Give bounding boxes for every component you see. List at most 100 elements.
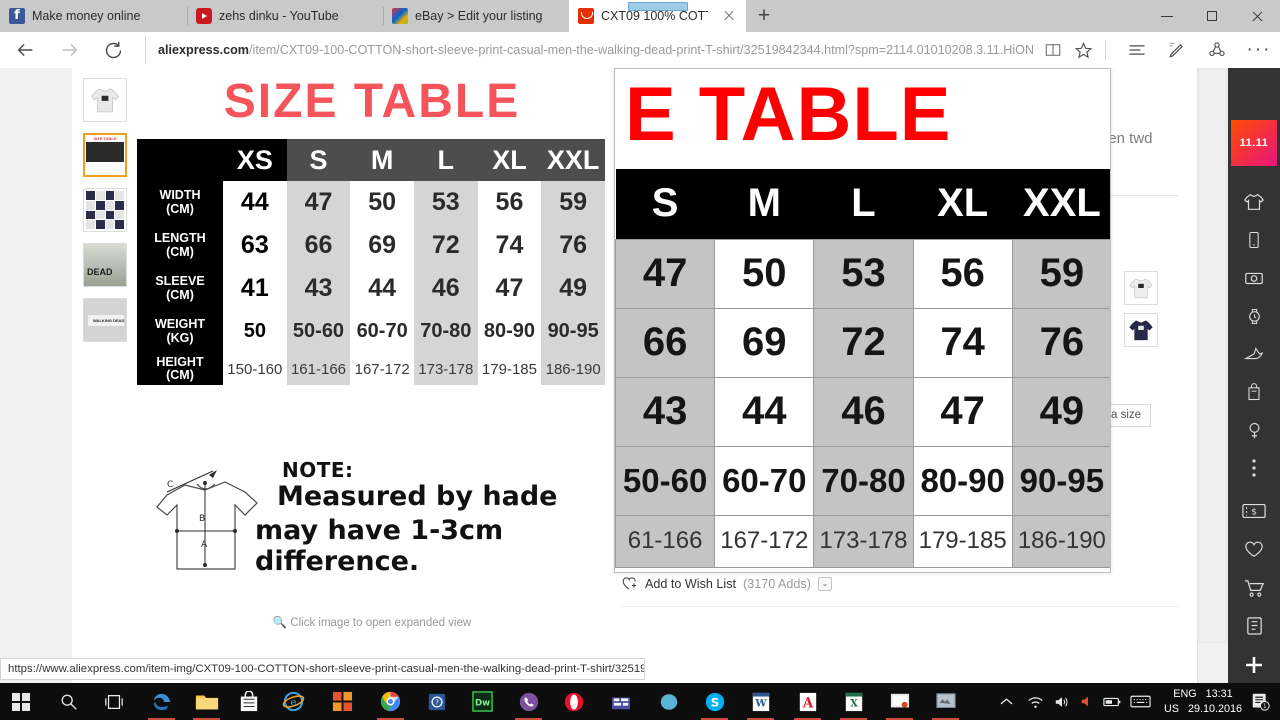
action-center-button[interactable]: 1 <box>1244 683 1276 720</box>
cell: 50-60 <box>615 445 716 516</box>
zoom-header-row: S M L XL XXL <box>615 169 1110 239</box>
word-icon[interactable]: W <box>740 683 781 720</box>
color-swatch-white[interactable] <box>1124 271 1158 305</box>
thumbnail-white-tshirt[interactable] <box>83 78 127 122</box>
cart-icon[interactable] <box>1228 568 1280 606</box>
internet-explorer-icon[interactable]: e <box>273 683 314 720</box>
more-icon[interactable]: ··· <box>1242 34 1276 66</box>
expand-view-hint[interactable]: 🔍 Click image to open expanded view <box>137 615 607 629</box>
camera-icon[interactable] <box>1228 259 1280 297</box>
shoe-icon[interactable] <box>1228 335 1280 373</box>
tab-ebay[interactable]: eBay > Edit your listing <box>383 0 569 32</box>
color-swatch-navy[interactable] <box>1124 313 1158 347</box>
sound-icon[interactable] <box>1075 683 1099 720</box>
product-main-image[interactable]: SIZE TABLE XS S M L XL XXL WIDTH(CM) 44 <box>137 68 607 623</box>
battery-icon[interactable] <box>1099 683 1125 720</box>
thumbnail-folded-shirt[interactable]: WALKING DEAD <box>83 298 127 342</box>
thumbnail-dead-banner[interactable]: DEAD <box>83 243 127 287</box>
chevron-down-icon[interactable]: ⌄ <box>817 576 832 591</box>
new-tab-button[interactable]: + <box>746 0 782 32</box>
minimize-button[interactable] <box>1145 0 1190 32</box>
table-row: WEIGHT (KG) 50 50-60 60-70 70-80 80-90 90… <box>137 310 605 353</box>
acrobat-icon[interactable]: A <box>787 683 828 720</box>
winrar-icon[interactable] <box>600 683 641 720</box>
start-button[interactable] <box>0 683 41 720</box>
chrome-icon[interactable] <box>370 683 411 720</box>
word-viewer-icon[interactable]: ? <box>416 683 457 720</box>
browser-window: f Make money online zehs dinku - YouTube… <box>0 0 1280 683</box>
add-icon[interactable] <box>1228 646 1280 683</box>
photo-icon[interactable] <box>648 683 689 720</box>
task-view-icon[interactable] <box>93 683 134 720</box>
search-icon[interactable] <box>48 683 89 720</box>
tab-make-money-online[interactable]: f Make money online <box>0 0 187 32</box>
tshirt-icon[interactable] <box>1228 183 1280 221</box>
promo-1111-badge[interactable]: 11.11 <box>1231 120 1277 166</box>
clock-and-language[interactable]: ENG 13:31 US 29.10.2016 <box>1164 683 1242 720</box>
opera-icon[interactable] <box>553 683 594 720</box>
tab-title: eBay > Edit your listing <box>415 9 543 23</box>
back-button[interactable] <box>5 32 45 68</box>
ring-icon[interactable] <box>1228 411 1280 449</box>
more-dots-icon[interactable] <box>1228 449 1280 487</box>
cell: 150-160 <box>223 353 287 386</box>
wishlist-heart-icon[interactable] <box>1228 530 1280 568</box>
cell: 60-70 <box>714 445 815 516</box>
phone-icon[interactable] <box>1228 221 1280 259</box>
speaker-icon[interactable] <box>1049 683 1075 720</box>
cell: 59 <box>541 181 605 224</box>
cell: 53 <box>813 238 914 309</box>
office-icon[interactable] <box>322 683 363 720</box>
window-controls <box>1145 0 1280 32</box>
forward-button[interactable] <box>50 32 90 68</box>
web-note-icon[interactable] <box>1160 34 1194 66</box>
edge-icon[interactable] <box>141 683 182 720</box>
dreamweaver-icon[interactable]: Dw <box>462 683 503 720</box>
refresh-button[interactable] <box>93 32 133 68</box>
scrollbar-thumb[interactable] <box>1198 68 1227 643</box>
tray-show-hidden[interactable] <box>993 683 1019 720</box>
white-tshirt-icon <box>1129 278 1153 299</box>
svg-text:B: B <box>199 514 205 524</box>
cell: 74 <box>912 307 1013 378</box>
address-bar[interactable]: aliexpress.com/item/CXT09-100-COTTON-sho… <box>145 36 1033 64</box>
skype-icon[interactable]: S <box>694 683 735 720</box>
favorites-star-icon[interactable] <box>1066 34 1100 66</box>
reading-view-icon[interactable] <box>1036 34 1070 66</box>
file-explorer-icon[interactable] <box>186 683 227 720</box>
size-table: XS S M L XL XXL WIDTH (CM) 44 47 50 53 56 <box>137 139 605 386</box>
excel-icon[interactable]: X <box>833 683 874 720</box>
monitor-icon[interactable] <box>925 683 966 720</box>
col-header-xxl: XXL <box>541 139 605 181</box>
wifi-icon[interactable] <box>1021 683 1049 720</box>
zoom-col-m: M <box>714 169 814 239</box>
share-icon[interactable] <box>1200 34 1234 66</box>
language-indicator: ENG <box>1173 687 1197 700</box>
tab-youtube[interactable]: zehs dinku - YouTube <box>187 0 383 32</box>
restore-button[interactable] <box>1190 0 1235 32</box>
coupon-icon[interactable]: $ <box>1228 492 1280 530</box>
zoom-col-s: S <box>615 169 715 239</box>
tab-aliexpress[interactable]: CXT09 100% COTTON t <box>569 0 746 32</box>
cell: 76 <box>541 224 605 267</box>
svg-text:S: S <box>710 695 719 709</box>
watch-icon[interactable] <box>1228 297 1280 335</box>
orders-icon[interactable] <box>1228 606 1280 644</box>
powerpoint-icon[interactable] <box>879 683 920 720</box>
clock-top-row: ENG 13:31 <box>1173 687 1232 702</box>
thumbnail-size-table[interactable]: SIZE TABLE <box>83 133 127 177</box>
cell: 50 <box>350 181 414 224</box>
cell: 43 <box>286 267 351 310</box>
tab-close-icon[interactable] <box>721 8 737 24</box>
bag-icon[interactable] <box>1228 373 1280 411</box>
hub-icon[interactable] <box>1120 34 1154 66</box>
thumbnail-color-grid[interactable] <box>83 188 127 232</box>
keyboard-icon[interactable] <box>1125 683 1155 720</box>
size-selector-button[interactable]: a size <box>1105 404 1151 427</box>
toolbar-divider <box>1105 40 1106 60</box>
viber-icon[interactable] <box>508 683 549 720</box>
store-icon[interactable] <box>228 683 269 720</box>
note-line-2: may have 1-3cm difference. <box>255 515 504 577</box>
close-button[interactable] <box>1235 0 1280 32</box>
add-to-wish-list[interactable]: Add to Wish List (3170 Adds) ⌄ <box>622 576 832 591</box>
